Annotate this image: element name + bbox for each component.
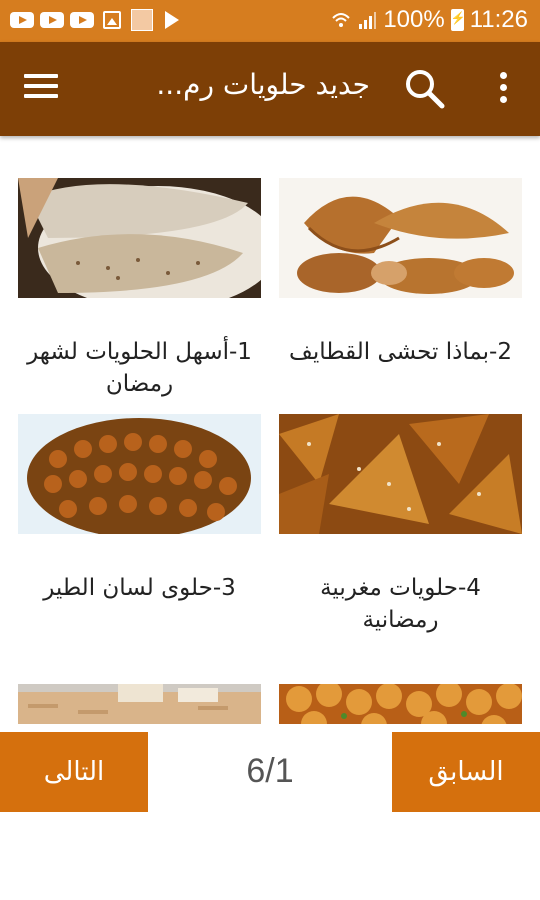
page-indicator: 6/1 [246, 752, 294, 790]
recipe-card[interactable]: 2-بماذا تحشى القطايف [279, 178, 522, 368]
next-button[interactable]: التالى [0, 732, 148, 812]
recipe-image [279, 681, 522, 724]
play-store-icon [160, 9, 184, 31]
recipe-card[interactable]: 3-حلوى لسان الطير [18, 414, 261, 604]
recipe-card[interactable]: 4-حلويات مغربية رمضانية [279, 414, 522, 636]
recipe-card[interactable]: 1-أسهل الحلويات لشهر رمضان [18, 178, 278, 400]
battery-charging-icon [450, 9, 466, 31]
avatar-icon [130, 9, 154, 31]
recipe-image [279, 414, 522, 534]
overflow-menu-icon[interactable] [496, 72, 510, 106]
notification-icons [10, 9, 184, 31]
battery-percent: 100% [383, 6, 445, 33]
signal-icon [359, 12, 377, 29]
image-icon [100, 9, 124, 31]
previous-button[interactable]: السابق [392, 732, 540, 812]
recipe-image [18, 414, 261, 538]
recipe-image [18, 178, 278, 310]
wifi-icon [332, 13, 351, 27]
recipe-grid: 2-بماذا تحشى القطايف 1-أسهل الحلويات لشه… [0, 136, 540, 724]
recipe-card[interactable] [18, 684, 261, 724]
clock: 11:26 [469, 6, 528, 33]
recipe-card[interactable] [279, 681, 522, 724]
app-toolbar: جديد حلويات رم... [0, 42, 540, 136]
youtube-icon [70, 9, 94, 31]
search-icon[interactable] [402, 66, 446, 110]
recipe-title: 1-أسهل الحلويات لشهر رمضان [27, 339, 252, 397]
recipe-image [279, 178, 522, 298]
app-title: جديد حلويات رم... [156, 68, 370, 101]
status-bar: 100% 11:26 [0, 0, 540, 42]
system-status: 100% 11:26 [331, 6, 528, 34]
recipe-title: 4-حلويات مغربية رمضانية [320, 575, 481, 633]
pagination-bar: التالى 6/1 السابق [0, 724, 540, 900]
recipe-image [18, 684, 261, 724]
youtube-icon [10, 9, 34, 31]
recipe-title: 3-حلوى لسان الطير [43, 575, 236, 601]
menu-icon[interactable] [24, 74, 58, 102]
recipe-title: 2-بماذا تحشى القطايف [289, 339, 512, 365]
youtube-icon [40, 9, 64, 31]
